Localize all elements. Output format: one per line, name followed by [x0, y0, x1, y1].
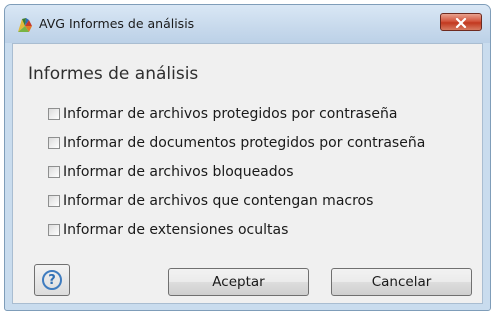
option-label: Informar de documentos protegidos por co…: [63, 135, 426, 151]
dialog-heading: Informes de análisis: [28, 64, 199, 84]
help-icon: ?: [42, 270, 62, 290]
checkbox[interactable]: [48, 224, 60, 236]
help-button[interactable]: ?: [34, 264, 70, 296]
dialog-body: Informes de análisis Informar de archivo…: [12, 43, 483, 304]
checkbox[interactable]: [48, 195, 60, 207]
close-button[interactable]: [440, 13, 482, 31]
option-label: Informar de extensiones ocultas: [63, 222, 289, 238]
option-label: Informar de archivos bloqueados: [63, 164, 294, 180]
checkbox[interactable]: [48, 108, 60, 120]
option-label: Informar de archivos que contengan macro…: [63, 193, 374, 209]
avg-logo-icon: [17, 17, 33, 33]
cancel-button[interactable]: Cancelar: [331, 268, 472, 296]
title-bar[interactable]: AVG Informes de análisis: [5, 5, 490, 43]
checkbox[interactable]: [48, 166, 60, 178]
option-label: Informar de archivos protegidos por cont…: [63, 106, 398, 122]
accept-button[interactable]: Aceptar: [168, 268, 309, 296]
close-icon: [455, 13, 467, 32]
dialog-window: AVG Informes de análisis Informes de aná…: [4, 4, 491, 311]
checkbox[interactable]: [48, 137, 60, 149]
window-title: AVG Informes de análisis: [39, 16, 195, 31]
